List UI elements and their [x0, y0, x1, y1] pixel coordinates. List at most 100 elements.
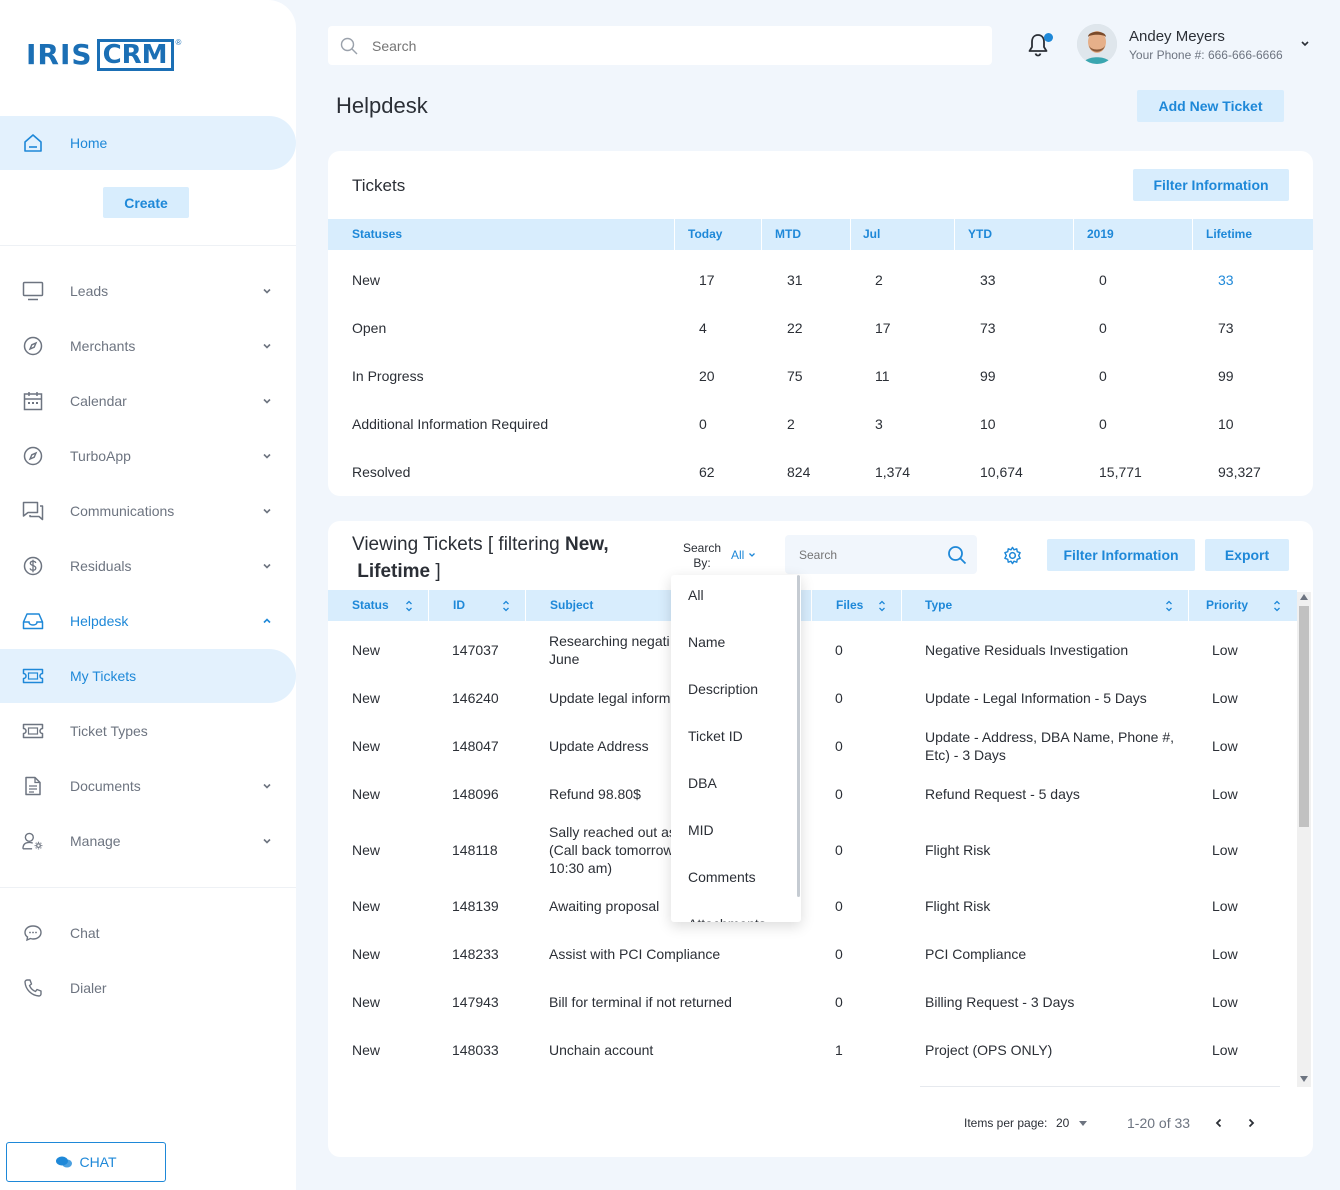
chevron-down-icon[interactable]	[262, 506, 272, 516]
chevron-down-icon[interactable]	[262, 341, 272, 351]
sidebar-item-chat[interactable]: Chat	[0, 906, 296, 960]
chevron-down-icon[interactable]	[262, 561, 272, 571]
search-input[interactable]	[372, 26, 972, 65]
ticket-subject[interactable]: Awaiting proposal	[549, 897, 659, 915]
ticket-priority: Low	[1212, 642, 1238, 658]
ticket-id[interactable]: 148047	[452, 737, 499, 755]
count-cell: 31	[787, 272, 803, 288]
sidebar-item-merchants[interactable]: Merchants	[0, 319, 296, 373]
dropdown-option-mid[interactable]: MID	[688, 822, 714, 838]
dropdown-option-comments[interactable]: Comments	[688, 869, 756, 885]
sidebar-item-helpdesk[interactable]: Helpdesk	[0, 594, 296, 648]
ticket-id[interactable]: 148233	[452, 945, 499, 963]
scroll-up-arrow-icon[interactable]	[1300, 594, 1308, 600]
dropdown-scrollbar[interactable]	[797, 575, 800, 897]
column-header-status[interactable]: Status	[352, 590, 389, 621]
dropdown-option-ticket-id[interactable]: Ticket ID	[688, 728, 743, 744]
chevron-down-icon[interactable]	[262, 781, 272, 791]
dropdown-option-dba[interactable]: DBA	[688, 775, 717, 791]
column-header-subject[interactable]: Subject	[550, 590, 593, 621]
items-per-page-select[interactable]: 20	[1056, 1116, 1088, 1130]
chevron-down-icon[interactable]	[1300, 40, 1310, 48]
column-header-lifetime: Lifetime	[1206, 227, 1253, 241]
dropdown-option-name[interactable]: Name	[688, 634, 725, 650]
export-button[interactable]: Export	[1205, 539, 1289, 571]
status-label: In Progress	[352, 368, 424, 384]
chevron-down-icon[interactable]	[262, 286, 272, 296]
ticket-subject[interactable]: Assist with PCI Compliance	[549, 945, 720, 963]
count-cell: 0	[699, 416, 707, 432]
dropdown-option-description[interactable]: Description	[688, 681, 758, 697]
create-button[interactable]: Create	[103, 187, 189, 218]
sidebar-item-residuals[interactable]: Residuals	[0, 539, 296, 593]
count-cell: 73	[1218, 320, 1234, 336]
ticket-subject[interactable]: Researching negati June	[549, 632, 670, 668]
sidebar-item-my-tickets[interactable]: My Tickets	[0, 649, 296, 703]
tickets-card-title: Tickets	[352, 176, 406, 195]
ticket-subject[interactable]: Refund 98.80$	[549, 785, 641, 803]
sidebar-item-communications[interactable]: Communications	[0, 484, 296, 538]
ticket-id[interactable]: 146240	[452, 689, 499, 707]
chat-button[interactable]: CHAT	[6, 1142, 166, 1182]
sort-icon[interactable]	[1165, 600, 1173, 612]
column-header-type[interactable]: Type	[925, 590, 952, 621]
sidebar-item-documents[interactable]: Documents	[0, 759, 296, 813]
sort-icon[interactable]	[878, 600, 886, 612]
gear-icon[interactable]	[1003, 546, 1022, 565]
search-icon[interactable]	[947, 545, 967, 565]
ticket-type-line: Update - Legal Information - 5 Days	[925, 690, 1147, 706]
ticket-priority: Low	[1212, 738, 1238, 754]
calendar-icon	[22, 390, 44, 412]
count-cell: 0	[1099, 320, 1107, 336]
sidebar-item-dialer[interactable]: Dialer	[0, 961, 296, 1015]
chevron-right-icon[interactable]	[1246, 1118, 1256, 1128]
count-cell[interactable]: 33	[1218, 272, 1234, 288]
sidebar-item-leads[interactable]: Leads	[0, 264, 296, 318]
chevron-left-icon[interactable]	[1214, 1118, 1224, 1128]
dropdown-option-all[interactable]: All	[688, 587, 704, 603]
ticket-id[interactable]: 148033	[452, 1041, 499, 1059]
sort-icon[interactable]	[1273, 600, 1281, 612]
sidebar-item-home[interactable]: Home	[0, 116, 296, 170]
ticket-subject[interactable]: Update legal inform	[549, 689, 670, 707]
table-scrollbar-thumb[interactable]	[1299, 606, 1309, 827]
scroll-down-arrow-icon[interactable]	[1300, 1076, 1308, 1082]
sidebar-item-manage[interactable]: Manage	[0, 814, 296, 868]
column-header-id[interactable]: ID	[453, 590, 465, 621]
count-cell: 93,327	[1218, 464, 1261, 480]
sidebar-item-label: Manage	[70, 833, 121, 849]
ticket-files-count: 1	[835, 1042, 843, 1058]
filter-information-button[interactable]: Filter Information	[1133, 169, 1289, 201]
ticket-id[interactable]: 147943	[452, 993, 499, 1011]
avatar[interactable]	[1077, 24, 1117, 64]
dropdown-option-attachments[interactable]: Attachments	[688, 916, 766, 922]
add-new-ticket-button[interactable]: Add New Ticket	[1137, 90, 1284, 122]
ticket-id[interactable]: 147037	[452, 641, 499, 659]
chevron-down-icon[interactable]	[262, 836, 272, 846]
column-header-priority[interactable]: Priority	[1206, 590, 1248, 621]
filter-information-button[interactable]: Filter Information	[1047, 539, 1195, 571]
ticket-search-input[interactable]	[799, 535, 939, 574]
sidebar-item-ticket-types[interactable]: Ticket Types	[0, 704, 296, 758]
ticket-id[interactable]: 148118	[452, 841, 498, 859]
ticket-type: PCI Compliance	[925, 945, 1026, 963]
iris-crm-logo[interactable]: IRIS CRM ®	[26, 38, 181, 71]
ticket-id[interactable]: 148096	[452, 785, 499, 803]
chevron-down-icon[interactable]	[262, 396, 272, 406]
sort-icon[interactable]	[502, 600, 510, 612]
search-by-label: Search By:	[683, 541, 721, 571]
ticket-id[interactable]: 148139	[452, 897, 499, 915]
search-by-select[interactable]: All	[731, 548, 756, 562]
ticket-subject-line: Awaiting proposal	[549, 898, 660, 914]
chevron-down-icon[interactable]	[262, 451, 272, 461]
ticket-subject[interactable]: Sally reached out as (Call back tomorrow 1…	[549, 823, 676, 877]
sidebar-item-turboapp[interactable]: TurboApp	[0, 429, 296, 483]
sidebar-item-calendar[interactable]: Calendar	[0, 374, 296, 428]
chevron-up-icon[interactable]	[262, 616, 272, 626]
sort-icon[interactable]	[405, 600, 413, 612]
ticket-subject[interactable]: Unchain account	[549, 1041, 653, 1059]
ticket-subject[interactable]: Update Address	[549, 737, 649, 755]
ticket-subject[interactable]: Bill for terminal if not returned	[549, 993, 732, 1011]
column-header-files[interactable]: Files	[836, 590, 863, 621]
column-divider	[761, 219, 762, 250]
